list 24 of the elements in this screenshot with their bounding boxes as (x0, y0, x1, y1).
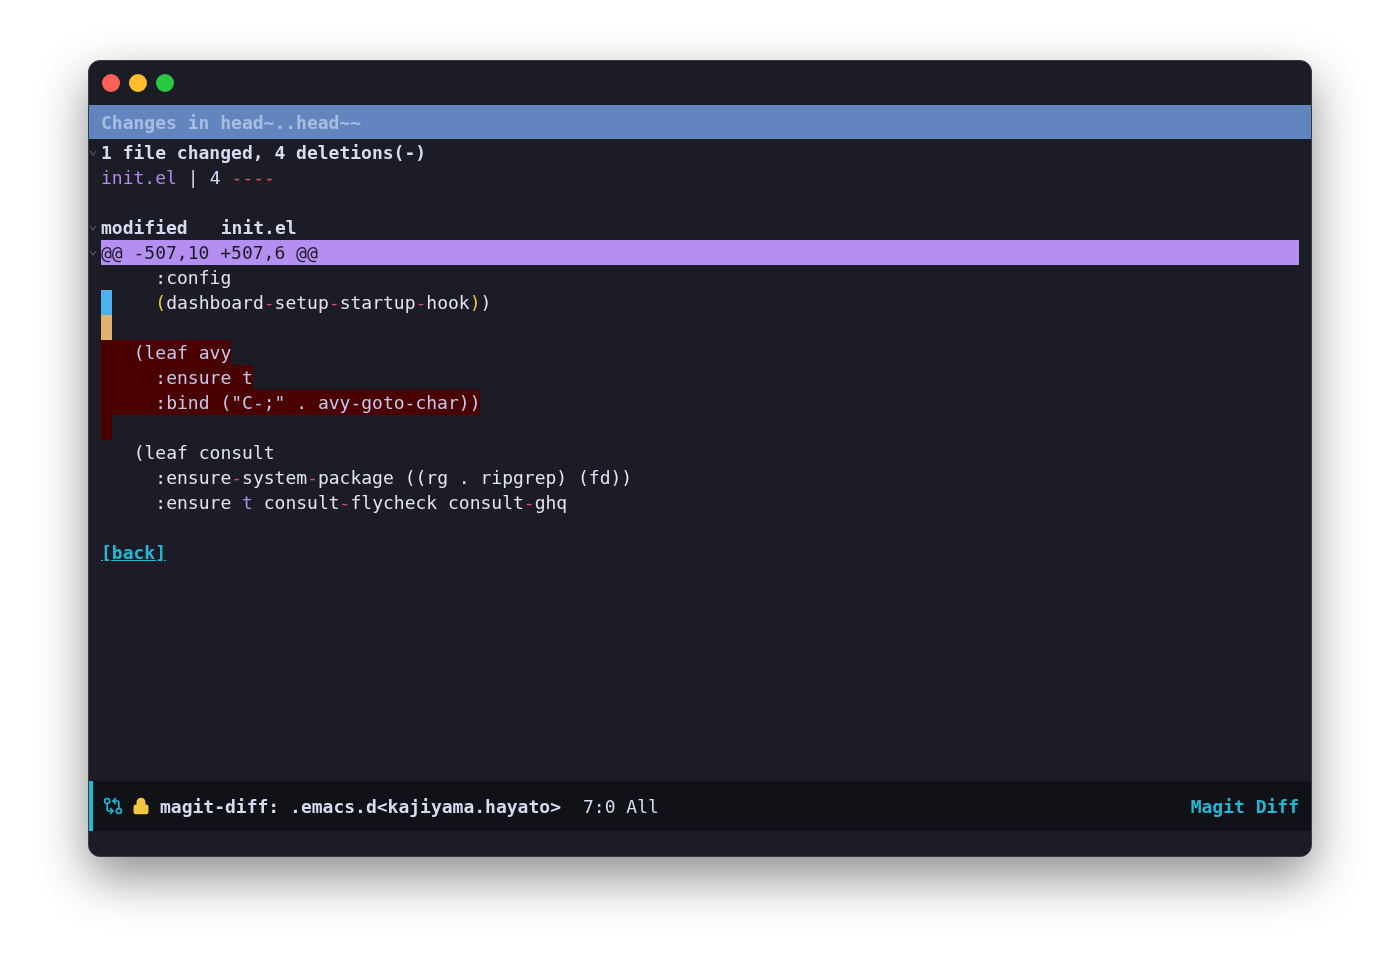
zoom-button[interactable] (156, 74, 174, 92)
file-status: modified (101, 216, 188, 240)
diff-summary: 1 file changed, 4 deletions(-) (101, 141, 427, 165)
code-line: :config (154, 266, 232, 290)
minimize-button[interactable] (129, 74, 147, 92)
code-line: (dashboard-setup-startup-hook)) (154, 291, 492, 315)
buffer-name: magit-diff: .emacs.d<kajiyama.hayato> (160, 794, 561, 819)
cursor-position: 7:0 All (582, 794, 659, 819)
major-mode: Magit Diff (1190, 794, 1299, 819)
code-line: :ensure t consult-flycheck consult-ghq (154, 491, 568, 515)
header-title: Changes in head~..head~~ (101, 110, 362, 135)
diffstat-separator: | (187, 166, 199, 190)
back-link[interactable]: [back] (101, 539, 167, 566)
file-heading[interactable]: init.el (220, 214, 297, 241)
diffstat-count: 4 (209, 166, 221, 190)
close-button[interactable] (102, 74, 120, 92)
code-line: :ensure-system-package ((rg . ripgrep) (fd)) (154, 466, 633, 490)
file-name-link[interactable]: init.el (101, 164, 177, 191)
removed-line-fringe (101, 415, 112, 440)
deletion-marks: ---- (231, 166, 275, 190)
git-compare-icon (103, 796, 123, 816)
lock-icon (132, 797, 150, 815)
code-line: (leaf consult (132, 441, 275, 465)
hunk-header[interactable]: @@ -507,10 +507,6 @@ (101, 240, 1299, 265)
